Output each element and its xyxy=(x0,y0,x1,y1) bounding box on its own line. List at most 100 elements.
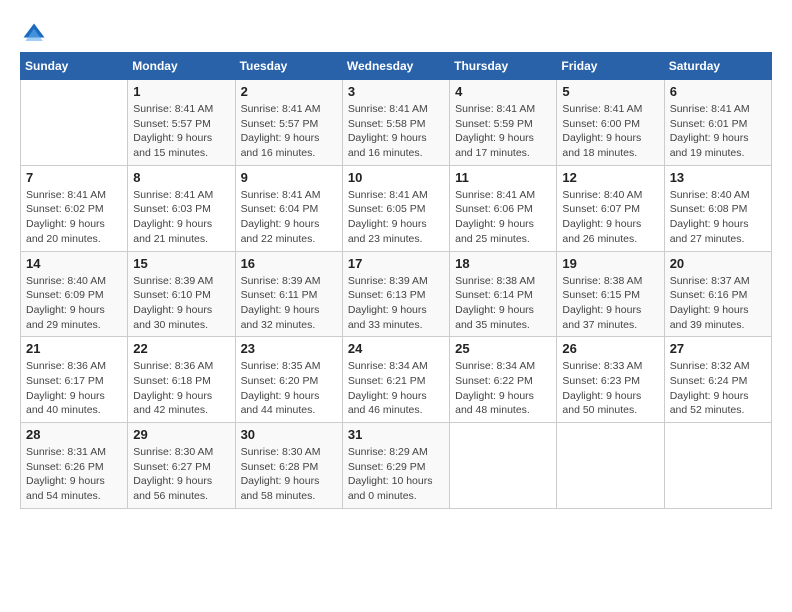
day-number: 6 xyxy=(670,84,766,99)
calendar-cell: 20 Sunrise: 8:37 AM Sunset: 6:16 PM Dayli… xyxy=(664,251,771,337)
day-info: Sunrise: 8:41 AM Sunset: 6:04 PM Dayligh… xyxy=(241,188,337,247)
logo-icon xyxy=(20,20,48,48)
day-number: 7 xyxy=(26,170,122,185)
calendar-cell: 17 Sunrise: 8:39 AM Sunset: 6:13 PM Dayli… xyxy=(342,251,449,337)
calendar-cell xyxy=(21,80,128,166)
weekday-header-saturday: Saturday xyxy=(664,53,771,80)
day-number: 8 xyxy=(133,170,229,185)
day-number: 26 xyxy=(562,341,658,356)
day-number: 27 xyxy=(670,341,766,356)
day-info: Sunrise: 8:33 AM Sunset: 6:23 PM Dayligh… xyxy=(562,359,658,418)
day-info: Sunrise: 8:39 AM Sunset: 6:13 PM Dayligh… xyxy=(348,274,444,333)
day-info: Sunrise: 8:30 AM Sunset: 6:27 PM Dayligh… xyxy=(133,445,229,504)
day-info: Sunrise: 8:39 AM Sunset: 6:10 PM Dayligh… xyxy=(133,274,229,333)
day-info: Sunrise: 8:34 AM Sunset: 6:21 PM Dayligh… xyxy=(348,359,444,418)
day-info: Sunrise: 8:40 AM Sunset: 6:07 PM Dayligh… xyxy=(562,188,658,247)
calendar-cell xyxy=(557,423,664,509)
calendar-table: SundayMondayTuesdayWednesdayThursdayFrid… xyxy=(20,52,772,509)
day-number: 30 xyxy=(241,427,337,442)
day-info: Sunrise: 8:34 AM Sunset: 6:22 PM Dayligh… xyxy=(455,359,551,418)
day-number: 14 xyxy=(26,256,122,271)
calendar-week-row: 7 Sunrise: 8:41 AM Sunset: 6:02 PM Daylig… xyxy=(21,165,772,251)
weekday-header-monday: Monday xyxy=(128,53,235,80)
day-info: Sunrise: 8:30 AM Sunset: 6:28 PM Dayligh… xyxy=(241,445,337,504)
day-info: Sunrise: 8:36 AM Sunset: 6:18 PM Dayligh… xyxy=(133,359,229,418)
day-info: Sunrise: 8:41 AM Sunset: 6:03 PM Dayligh… xyxy=(133,188,229,247)
day-info: Sunrise: 8:40 AM Sunset: 6:08 PM Dayligh… xyxy=(670,188,766,247)
calendar-cell: 26 Sunrise: 8:33 AM Sunset: 6:23 PM Dayli… xyxy=(557,337,664,423)
calendar-cell: 31 Sunrise: 8:29 AM Sunset: 6:29 PM Dayli… xyxy=(342,423,449,509)
calendar-cell: 11Sunrise: 8:41 AM Sunset: 6:06 PM Dayli… xyxy=(450,165,557,251)
day-number: 23 xyxy=(241,341,337,356)
day-number: 20 xyxy=(670,256,766,271)
day-number: 17 xyxy=(348,256,444,271)
day-number: 28 xyxy=(26,427,122,442)
day-info: Sunrise: 8:38 AM Sunset: 6:14 PM Dayligh… xyxy=(455,274,551,333)
calendar-cell: 19 Sunrise: 8:38 AM Sunset: 6:15 PM Dayli… xyxy=(557,251,664,337)
day-number: 21 xyxy=(26,341,122,356)
calendar-cell: 27Sunrise: 8:32 AM Sunset: 6:24 PM Dayli… xyxy=(664,337,771,423)
calendar-cell: 9 Sunrise: 8:41 AM Sunset: 6:04 PM Daylig… xyxy=(235,165,342,251)
calendar-cell: 21 Sunrise: 8:36 AM Sunset: 6:17 PM Dayli… xyxy=(21,337,128,423)
calendar-cell: 12 Sunrise: 8:40 AM Sunset: 6:07 PM Dayli… xyxy=(557,165,664,251)
calendar-cell: 15 Sunrise: 8:39 AM Sunset: 6:10 PM Dayli… xyxy=(128,251,235,337)
calendar-week-row: 21 Sunrise: 8:36 AM Sunset: 6:17 PM Dayli… xyxy=(21,337,772,423)
calendar-week-row: 28 Sunrise: 8:31 AM Sunset: 6:26 PM Dayli… xyxy=(21,423,772,509)
calendar-cell: 23 Sunrise: 8:35 AM Sunset: 6:20 PM Dayli… xyxy=(235,337,342,423)
day-info: Sunrise: 8:41 AM Sunset: 6:01 PM Dayligh… xyxy=(670,102,766,161)
day-number: 19 xyxy=(562,256,658,271)
calendar-cell: 24Sunrise: 8:34 AM Sunset: 6:21 PM Dayli… xyxy=(342,337,449,423)
calendar-cell: 16Sunrise: 8:39 AM Sunset: 6:11 PM Dayli… xyxy=(235,251,342,337)
calendar-cell: 14 Sunrise: 8:40 AM Sunset: 6:09 PM Dayli… xyxy=(21,251,128,337)
day-number: 1 xyxy=(133,84,229,99)
calendar-cell xyxy=(664,423,771,509)
day-info: Sunrise: 8:31 AM Sunset: 6:26 PM Dayligh… xyxy=(26,445,122,504)
calendar-cell: 7 Sunrise: 8:41 AM Sunset: 6:02 PM Daylig… xyxy=(21,165,128,251)
page-header xyxy=(20,20,772,48)
calendar-cell: 8 Sunrise: 8:41 AM Sunset: 6:03 PM Daylig… xyxy=(128,165,235,251)
day-number: 3 xyxy=(348,84,444,99)
day-info: Sunrise: 8:37 AM Sunset: 6:16 PM Dayligh… xyxy=(670,274,766,333)
day-info: Sunrise: 8:29 AM Sunset: 6:29 PM Dayligh… xyxy=(348,445,444,504)
day-number: 22 xyxy=(133,341,229,356)
day-info: Sunrise: 8:38 AM Sunset: 6:15 PM Dayligh… xyxy=(562,274,658,333)
day-info: Sunrise: 8:36 AM Sunset: 6:17 PM Dayligh… xyxy=(26,359,122,418)
day-info: Sunrise: 8:40 AM Sunset: 6:09 PM Dayligh… xyxy=(26,274,122,333)
day-number: 5 xyxy=(562,84,658,99)
day-info: Sunrise: 8:41 AM Sunset: 6:06 PM Dayligh… xyxy=(455,188,551,247)
weekday-header-sunday: Sunday xyxy=(21,53,128,80)
calendar-cell: 28 Sunrise: 8:31 AM Sunset: 6:26 PM Dayli… xyxy=(21,423,128,509)
calendar-week-row: 1 Sunrise: 8:41 AM Sunset: 5:57 PM Daylig… xyxy=(21,80,772,166)
day-number: 4 xyxy=(455,84,551,99)
day-info: Sunrise: 8:41 AM Sunset: 5:58 PM Dayligh… xyxy=(348,102,444,161)
weekday-header-row: SundayMondayTuesdayWednesdayThursdayFrid… xyxy=(21,53,772,80)
day-info: Sunrise: 8:41 AM Sunset: 6:05 PM Dayligh… xyxy=(348,188,444,247)
calendar-cell xyxy=(450,423,557,509)
day-info: Sunrise: 8:41 AM Sunset: 5:59 PM Dayligh… xyxy=(455,102,551,161)
day-number: 31 xyxy=(348,427,444,442)
day-info: Sunrise: 8:41 AM Sunset: 6:00 PM Dayligh… xyxy=(562,102,658,161)
day-number: 13 xyxy=(670,170,766,185)
day-number: 9 xyxy=(241,170,337,185)
weekday-header-thursday: Thursday xyxy=(450,53,557,80)
calendar-cell: 22 Sunrise: 8:36 AM Sunset: 6:18 PM Dayli… xyxy=(128,337,235,423)
calendar-cell: 18Sunrise: 8:38 AM Sunset: 6:14 PM Dayli… xyxy=(450,251,557,337)
day-number: 15 xyxy=(133,256,229,271)
day-info: Sunrise: 8:41 AM Sunset: 6:02 PM Dayligh… xyxy=(26,188,122,247)
calendar-cell: 30 Sunrise: 8:30 AM Sunset: 6:28 PM Dayli… xyxy=(235,423,342,509)
day-info: Sunrise: 8:35 AM Sunset: 6:20 PM Dayligh… xyxy=(241,359,337,418)
day-number: 12 xyxy=(562,170,658,185)
calendar-cell: 25Sunrise: 8:34 AM Sunset: 6:22 PM Dayli… xyxy=(450,337,557,423)
logo xyxy=(20,20,50,48)
calendar-cell: 6 Sunrise: 8:41 AM Sunset: 6:01 PM Daylig… xyxy=(664,80,771,166)
calendar-cell: 1 Sunrise: 8:41 AM Sunset: 5:57 PM Daylig… xyxy=(128,80,235,166)
day-number: 16 xyxy=(241,256,337,271)
calendar-cell: 29Sunrise: 8:30 AM Sunset: 6:27 PM Dayli… xyxy=(128,423,235,509)
day-info: Sunrise: 8:41 AM Sunset: 5:57 PM Dayligh… xyxy=(133,102,229,161)
day-info: Sunrise: 8:41 AM Sunset: 5:57 PM Dayligh… xyxy=(241,102,337,161)
calendar-week-row: 14 Sunrise: 8:40 AM Sunset: 6:09 PM Dayli… xyxy=(21,251,772,337)
calendar-cell: 4 Sunrise: 8:41 AM Sunset: 5:59 PM Daylig… xyxy=(450,80,557,166)
weekday-header-friday: Friday xyxy=(557,53,664,80)
weekday-header-tuesday: Tuesday xyxy=(235,53,342,80)
calendar-cell: 3 Sunrise: 8:41 AM Sunset: 5:58 PM Daylig… xyxy=(342,80,449,166)
